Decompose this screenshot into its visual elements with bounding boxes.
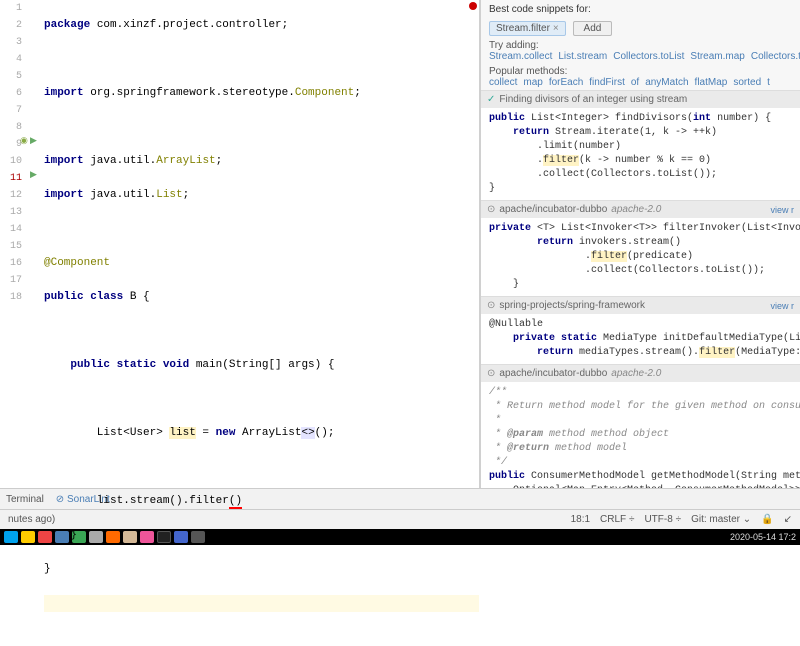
app-icon[interactable] (21, 531, 35, 543)
github-icon: ⊙ (487, 300, 495, 311)
suggest-link[interactable]: Stream.collect (489, 51, 552, 62)
suggest-link[interactable]: List.stream (558, 51, 607, 62)
error-indicator (469, 2, 477, 10)
snippet-1: ✓Finding divisors of an integer using st… (481, 90, 800, 200)
git-branch[interactable]: Git: master ⌄ (691, 514, 751, 525)
filter-tag[interactable]: Stream.filter× (489, 21, 566, 36)
method-link[interactable]: of (631, 77, 639, 88)
code-content[interactable]: package com.xinzf.project.controller; im… (44, 0, 479, 646)
encoding[interactable]: UTF-8 ÷ (644, 514, 681, 525)
lock-icon[interactable]: 🔒 (761, 514, 773, 525)
sync-icon[interactable]: ↙ (784, 514, 792, 525)
start-icon[interactable] (4, 531, 18, 543)
run-icon[interactable]: ▶ (30, 170, 37, 180)
suggest-link[interactable]: Collectors.toList (613, 51, 684, 62)
snippet-2: ⊙apache/incubator-dubboapache-2.0view r … (481, 200, 800, 296)
close-icon[interactable]: × (553, 23, 559, 34)
snippet-3: ⊙spring-projects/spring-frameworkview r … (481, 296, 800, 364)
run-icon[interactable]: ▶ (30, 136, 37, 146)
suggest-link[interactable]: Collectors.toSet (751, 51, 800, 62)
github-icon: ⊙ (487, 204, 495, 215)
line-separator[interactable]: CRLF ÷ (600, 514, 634, 525)
method-link[interactable]: collect (489, 77, 517, 88)
method-link[interactable]: forEach (549, 77, 583, 88)
suggest-link[interactable]: Stream.map (690, 51, 744, 62)
snippet-code[interactable]: /** * Return method model for the given … (481, 382, 800, 488)
code-snippets-panel: Best code snippets for: Stream.filter× A… (480, 0, 800, 488)
cursor-position[interactable]: 18:1 (571, 514, 590, 525)
snippet-4: ⊙apache/incubator-dubboapache-2.0 /** * … (481, 364, 800, 488)
view-link[interactable]: view r (770, 301, 794, 311)
snippet-code[interactable]: public List<Integer> findDivisors(int nu… (481, 108, 800, 200)
line-gutter: 123456789101112131415161718 (0, 0, 30, 306)
snippet-code[interactable]: private <T> List<Invoker<T>> filterInvok… (481, 218, 800, 296)
github-icon: ⊙ (487, 368, 495, 379)
method-link[interactable]: sorted (733, 77, 761, 88)
method-link[interactable]: t (767, 77, 770, 88)
code-editor[interactable]: 123456789101112131415161718 ▶ ◉ ▶ packag… (0, 0, 480, 488)
add-button[interactable]: Add (573, 21, 613, 36)
method-link[interactable]: findFirst (589, 77, 625, 88)
view-link[interactable]: view r (770, 205, 794, 215)
terminal-tab[interactable]: Terminal (6, 494, 44, 505)
check-icon: ✓ (487, 94, 495, 105)
clock[interactable]: 2020-05-14 17:2 (730, 532, 796, 542)
panel-title: Best code snippets for: (481, 0, 800, 19)
snippet-code[interactable]: @Nullable private static MediaType initD… (481, 314, 800, 364)
bean-icon: ◉ (20, 136, 28, 146)
method-link[interactable]: anyMatch (645, 77, 688, 88)
method-link[interactable]: map (523, 77, 542, 88)
method-link[interactable]: flatMap (695, 77, 728, 88)
